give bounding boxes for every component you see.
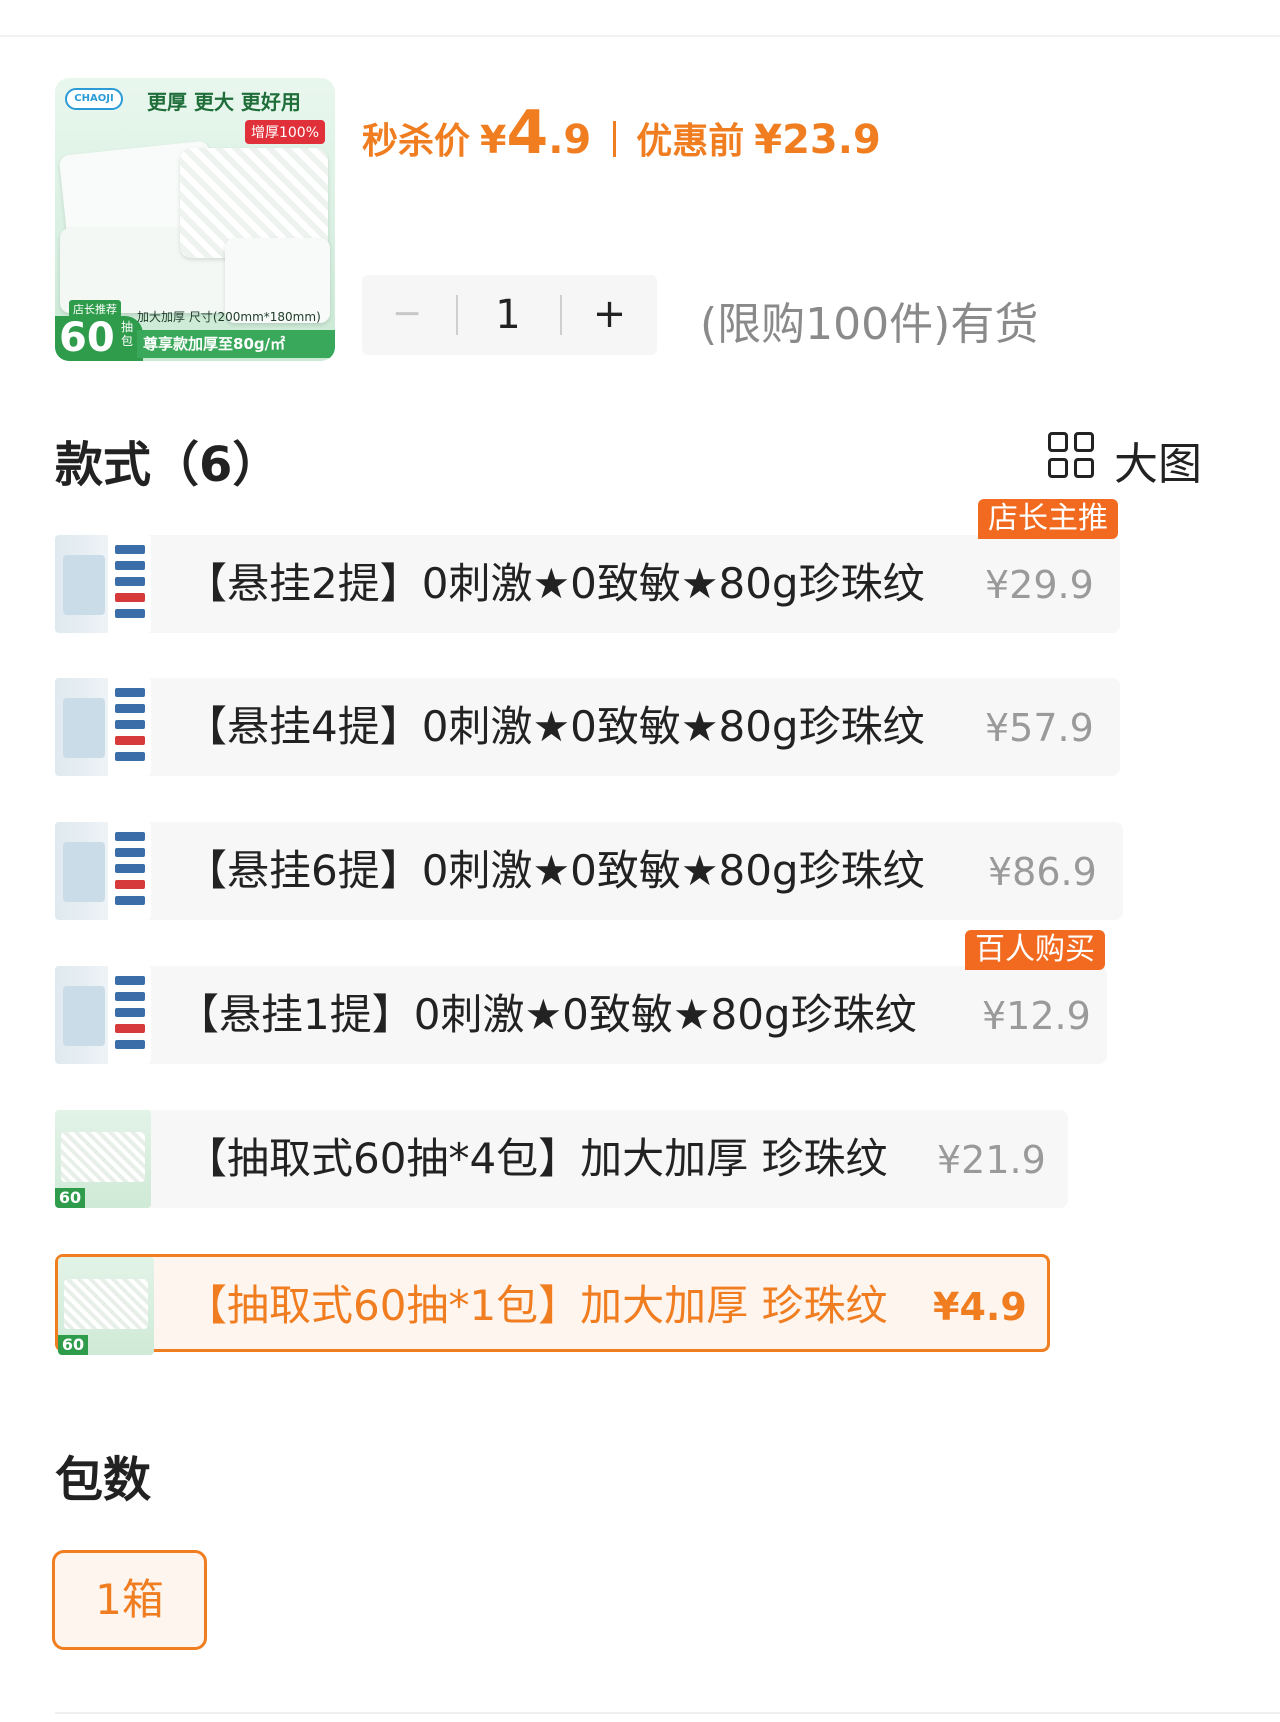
original-price: ¥23.9 <box>754 117 881 163</box>
decrease-button[interactable]: − <box>362 275 452 355</box>
increase-button[interactable]: + <box>562 275 657 355</box>
style-option[interactable]: 【悬挂2提】0刺激★0致敏★80g珍珠纹 ¥29.9 店长主推 <box>55 499 1120 633</box>
sheet-count-unit: 抽包 <box>121 320 134 348</box>
style-option-thumb: 60 <box>58 1257 154 1355</box>
quantity-stepper: − 1 + <box>362 275 657 355</box>
product-image[interactable]: CHAOJI 更厚 更大 更好用 增厚100% 店长推荐 60 抽包 加大加厚 … <box>55 78 335 361</box>
quantity-input[interactable]: 1 <box>460 275 556 355</box>
style-option-price: ¥12.9 <box>982 994 1091 1038</box>
pack-option-selected[interactable]: 1箱 <box>52 1550 207 1650</box>
bottom-divider <box>55 1712 1280 1714</box>
pack-section-title: 包数 <box>55 1452 152 1508</box>
thicker-badge: 增厚100% <box>244 120 325 144</box>
style-option-thumb <box>55 822 151 920</box>
style-option-selected[interactable]: 60 【抽取式60抽*1包】加大加厚 珍珠纹 ¥4.9 <box>55 1254 1050 1355</box>
price-separator <box>613 121 617 157</box>
style-option[interactable]: 【悬挂1提】0刺激★0致敏★80g珍珠纹 ¥12.9 百人购买 <box>55 930 1107 1064</box>
style-option-thumb <box>55 966 151 1064</box>
flash-price-label: 秒杀价 <box>362 121 471 162</box>
style-option-price: ¥21.9 <box>937 1138 1046 1182</box>
original-price-label: 优惠前 <box>636 121 745 162</box>
stepper-divider <box>456 295 458 335</box>
style-option-thumb: 60 <box>55 1110 151 1208</box>
style-option-tag: 店长主推 <box>978 499 1118 539</box>
style-option-price: ¥4.9 <box>933 1285 1027 1329</box>
big-image-view-label: 大图 <box>1114 439 1202 490</box>
style-option-thumb <box>55 535 151 633</box>
enjoy-banner: 尊享款加厚至80g/㎡ <box>137 330 335 358</box>
style-option[interactable]: 60 【抽取式60抽*4包】加大加厚 珍珠纹 ¥21.9 <box>55 1110 1068 1208</box>
style-option-price: ¥29.9 <box>985 563 1094 607</box>
styles-section-title: 款式（6） <box>55 437 281 493</box>
top-divider <box>0 35 1280 37</box>
style-option-name: 【悬挂4提】0刺激★0致敏★80g珍珠纹 <box>185 702 925 751</box>
style-option-name: 【悬挂1提】0刺激★0致敏★80g珍珠纹 <box>177 990 917 1039</box>
style-option-price: ¥57.9 <box>985 706 1094 750</box>
style-option-name: 【抽取式60抽*1包】加大加厚 珍珠纹 <box>185 1281 888 1330</box>
style-option-thumb <box>55 678 151 776</box>
style-option-name: 【抽取式60抽*4包】加大加厚 珍珠纹 <box>185 1134 888 1183</box>
style-option-name: 【悬挂6提】0刺激★0致敏★80g珍珠纹 <box>185 846 925 895</box>
size-text: 加大加厚 尺寸(200mm*180mm) <box>137 310 321 324</box>
purchase-limit-stock: (限购100件)有货 <box>700 299 1039 350</box>
currency-symbol: ¥ <box>480 118 507 162</box>
flash-price-integer: 4 <box>506 98 549 168</box>
grid-icon <box>1048 432 1096 480</box>
brand-logo: CHAOJI <box>65 88 123 110</box>
style-option-tag: 百人购买 <box>965 930 1105 970</box>
style-option[interactable]: 【悬挂6提】0刺激★0致敏★80g珍珠纹 ¥86.9 <box>55 822 1123 920</box>
price-line: 秒杀价 ¥4.9 优惠前 ¥23.9 <box>362 98 881 168</box>
style-option-name: 【悬挂2提】0刺激★0致敏★80g珍珠纹 <box>185 559 925 608</box>
flash-price-decimal: .9 <box>548 117 592 163</box>
product-slogan: 更厚 更大 更好用 <box>147 90 301 114</box>
style-option[interactable]: 【悬挂4提】0刺激★0致敏★80g珍珠纹 ¥57.9 <box>55 678 1120 776</box>
style-option-price: ¥86.9 <box>988 850 1097 894</box>
